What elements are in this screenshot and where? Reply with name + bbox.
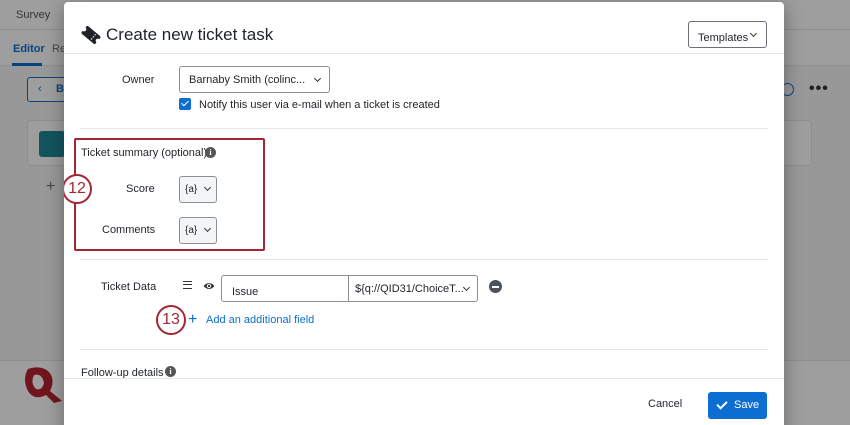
modal-title: Create new ticket task [106, 25, 274, 44]
templates-button[interactable]: Templates [688, 21, 767, 48]
ticket-data-field-name-input[interactable] [221, 275, 349, 302]
chevron-down-icon [313, 74, 322, 83]
ticket-data-label: Ticket Data [101, 281, 157, 293]
divider [80, 349, 768, 350]
ticket-icon [81, 25, 101, 45]
modal-header: Create new ticket task Templates [64, 2, 784, 54]
owner-label: Owner [122, 74, 155, 86]
ticket-data-field-value: ${q://QID31/ChoiceT... [355, 283, 464, 295]
eye-icon[interactable] [203, 280, 215, 292]
drag-handle-icon[interactable] [183, 281, 192, 289]
ticket-data-field-value-select[interactable]: ${q://QID31/ChoiceT... [348, 275, 478, 302]
chevron-down-icon [749, 29, 758, 38]
owner-select[interactable]: Barnaby Smith (colinc... [179, 66, 330, 93]
chevron-down-icon [462, 283, 471, 292]
callout-marker-13: 13 [156, 305, 186, 335]
create-ticket-task-modal: Create new ticket task Templates Owner B… [64, 2, 784, 425]
check-icon [716, 398, 728, 410]
add-field-link[interactable]: Add an additional field [206, 314, 314, 326]
save-button[interactable]: Save [708, 392, 767, 419]
notify-checkbox[interactable] [179, 98, 191, 110]
divider [80, 128, 768, 129]
remove-field-icon[interactable] [489, 280, 502, 293]
info-icon[interactable]: i [165, 366, 176, 377]
callout-highlight-box [74, 138, 265, 251]
owner-select-value: Barnaby Smith (colinc... [189, 74, 306, 86]
plus-icon[interactable]: + [188, 312, 200, 328]
templates-button-label: Templates [698, 31, 749, 44]
divider [80, 259, 768, 260]
notify-label: Notify this user via e-mail when a ticke… [199, 99, 440, 111]
cancel-button[interactable]: Cancel [648, 398, 682, 410]
save-button-label: Save [734, 399, 760, 411]
modal-footer: Cancel Save [64, 378, 784, 425]
